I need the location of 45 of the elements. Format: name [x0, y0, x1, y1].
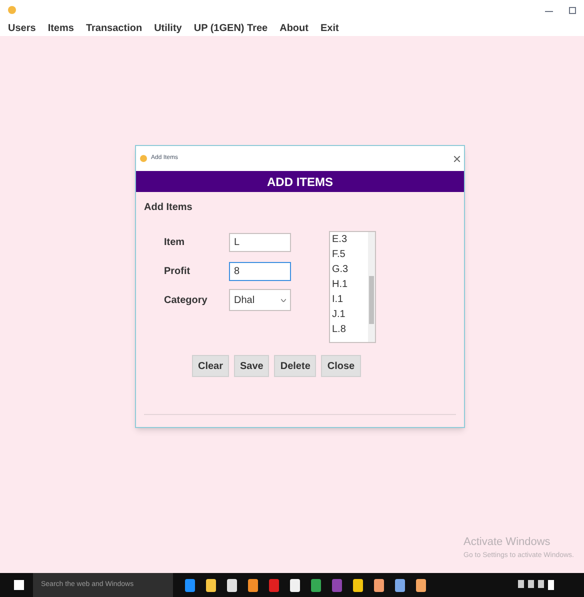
taskbar-app-icon[interactable] — [206, 578, 216, 592]
category-dropdown[interactable]: Dhal — [229, 289, 291, 311]
taskbar-app-icon[interactable] — [395, 578, 405, 592]
list-item[interactable]: J.1 — [332, 307, 368, 322]
menu-item[interactable]: Items — [48, 20, 74, 36]
taskbar-app-icon[interactable] — [416, 578, 426, 592]
list-item[interactable]: L.8 — [332, 322, 368, 337]
taskbar-app-icon[interactable] — [374, 578, 384, 592]
menu-item[interactable]: Users — [8, 20, 36, 36]
list-item[interactable]: H.1 — [332, 277, 368, 292]
field-label: Item — [164, 236, 186, 250]
app-icon — [8, 6, 16, 14]
scrollbar[interactable] — [368, 232, 375, 342]
activation-title: Activate Windows — [464, 535, 552, 550]
header-title: ADD ITEMS — [267, 174, 333, 190]
group-title: Add Items — [144, 201, 194, 215]
list-item[interactable]: I.1 — [332, 292, 368, 307]
chevron-icon — [281, 298, 286, 302]
menu-item[interactable]: Exit — [320, 20, 339, 36]
menu-item[interactable]: About — [280, 20, 308, 36]
list-item[interactable]: E.3 — [332, 232, 368, 247]
taskbar-app-icon[interactable] — [290, 578, 300, 592]
taskbar-app-icon[interactable] — [248, 578, 258, 592]
dialog-button[interactable]: Close — [321, 355, 361, 377]
taskbar-app-icon[interactable] — [353, 578, 363, 592]
close-icon[interactable] — [454, 156, 460, 162]
dialog-button[interactable]: Delete — [274, 355, 316, 377]
menu-item[interactable]: UP (1GEN) Tree — [194, 20, 268, 36]
taskbar-app-icon[interactable] — [185, 578, 195, 592]
input-field[interactable]: 8 — [229, 262, 291, 280]
list-item[interactable]: F.5 — [332, 247, 368, 262]
item-list[interactable]: E.3 F.5 G.3 H.1 I.1 J.1 L.8 — [329, 231, 376, 343]
maximize-icon[interactable] — [569, 6, 576, 14]
minimize-icon[interactable] — [545, 10, 553, 12]
taskbar-app-icon[interactable] — [227, 578, 237, 592]
dialog-button[interactable]: Save — [234, 355, 270, 377]
taskbar-app-icon[interactable] — [311, 578, 321, 592]
field-label: Category — [164, 294, 208, 308]
list-item[interactable]: G.3 — [332, 262, 368, 277]
app-icon — [140, 155, 147, 162]
field-label: Profit — [164, 264, 192, 278]
menu-item[interactable]: Utility — [154, 20, 182, 36]
menu-item[interactable]: Transaction — [86, 20, 142, 36]
dialog-button[interactable]: Clear — [192, 355, 230, 377]
input-field[interactable]: L — [229, 232, 291, 252]
